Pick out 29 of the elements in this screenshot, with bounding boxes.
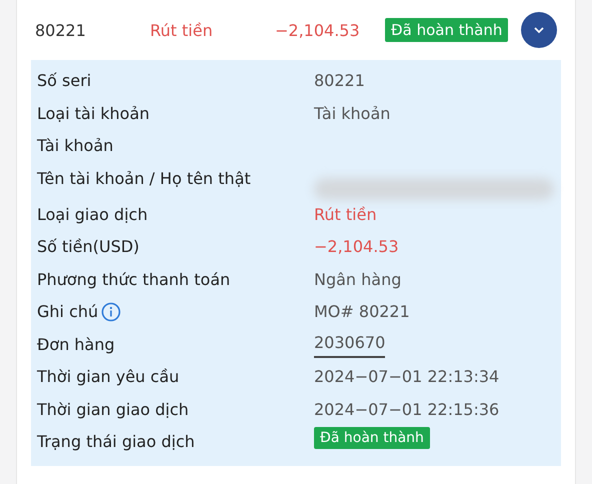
order-link[interactable]: 2030670 [314, 330, 386, 358]
detail-label: Trạng thái giao dịch [37, 431, 195, 453]
detail-value: −2,104.53 [314, 236, 399, 258]
detail-value: Ngân hàng [314, 268, 402, 290]
detail-label: Thời gian yêu cầu [37, 366, 180, 388]
detail-label: Ghi chú [37, 301, 98, 323]
detail-value: Rút tiền [314, 204, 377, 226]
serial-number: 80221 [34, 20, 87, 40]
detail-value: Tài khoản [314, 102, 390, 124]
detail-label: Số tiền(USD) [37, 236, 140, 258]
detail-label: Phương thức thanh toán [37, 268, 230, 290]
expand-button[interactable] [521, 12, 557, 48]
status-badge: Đã hoàn thành [314, 427, 430, 449]
transaction-type: Rút tiền [150, 20, 214, 40]
amount: −2,104.53 [275, 20, 361, 40]
detail-label: Loại giao dịch [37, 204, 148, 226]
chevron-down-icon [533, 26, 545, 34]
info-icon[interactable] [101, 302, 122, 322]
detail-value: 2024−07−01 22:15:36 [314, 398, 500, 420]
detail-label: Số seri [37, 70, 92, 92]
detail-label: Thời gian giao dịch [37, 398, 189, 420]
detail-value: MO# 80221 [314, 301, 410, 323]
detail-label: Tài khoản [37, 135, 114, 157]
detail-label: Loại tài khoản [37, 102, 150, 124]
detail-label: Đơn hàng [37, 334, 115, 356]
status-badge: Đã hoàn thành [385, 18, 508, 42]
detail-label: Tên tài khoản / Họ tên thật [37, 168, 251, 190]
detail-value: 2024−07−01 22:13:34 [314, 366, 500, 388]
detail-value: 80221 [314, 70, 365, 92]
